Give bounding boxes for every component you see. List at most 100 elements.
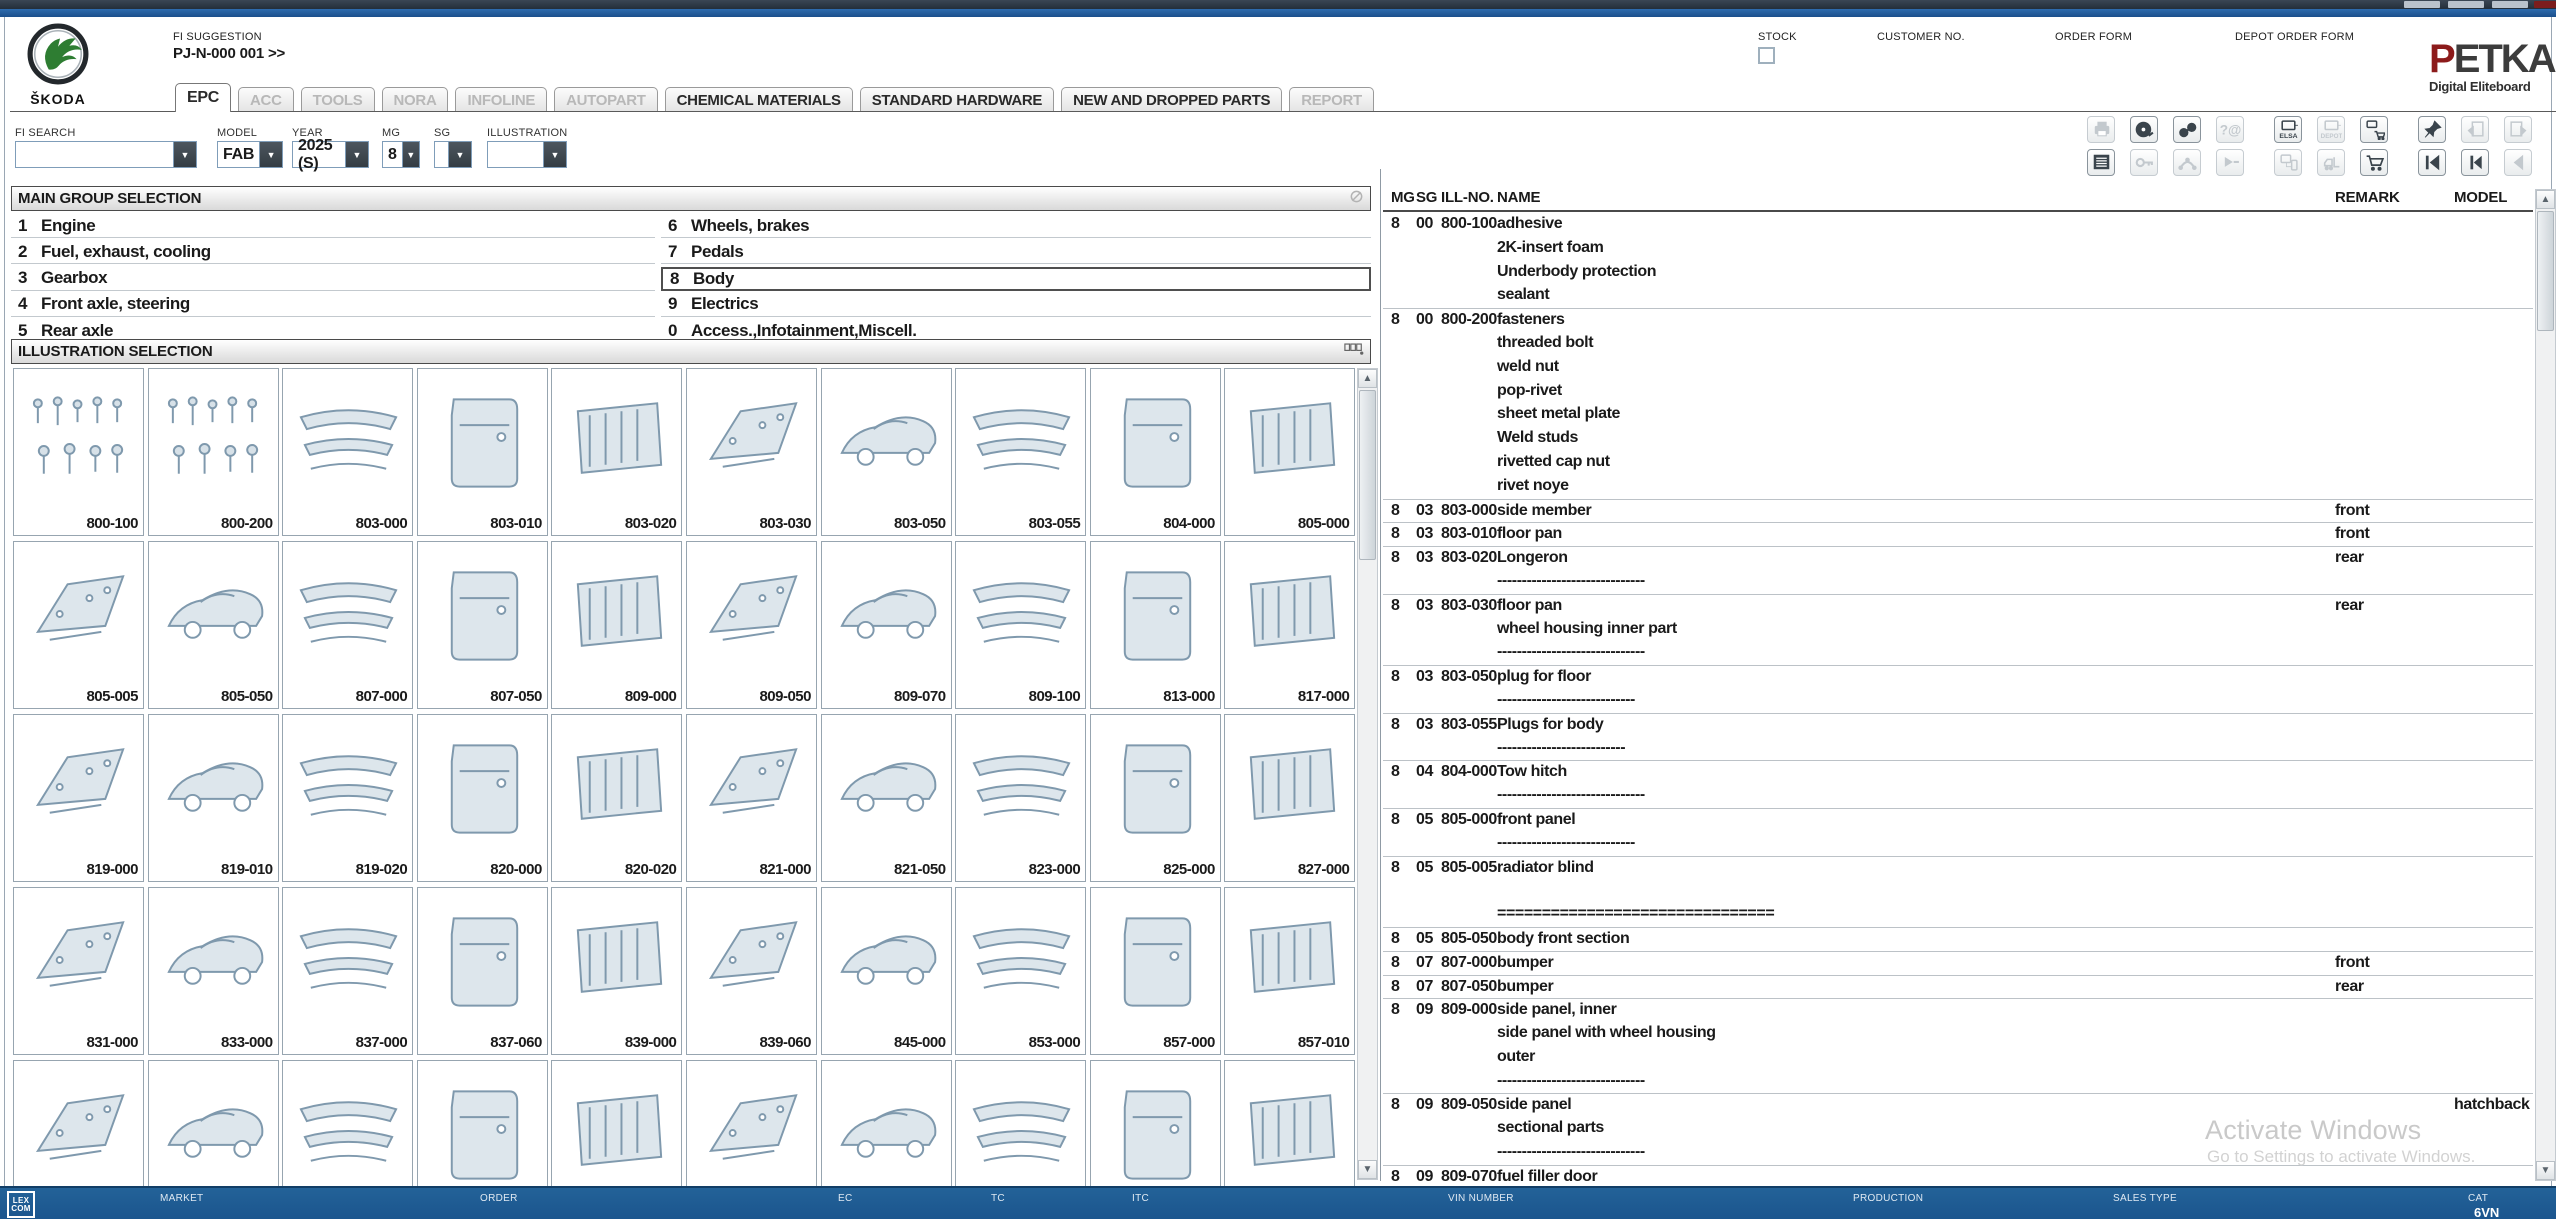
illustration-thumb-800-100[interactable]: 800-100 <box>13 368 144 536</box>
illustration-thumb-823-000[interactable]: 823-000 <box>955 714 1086 882</box>
parts-row[interactable]: ------------------------------ <box>1383 641 2533 665</box>
parts-row[interactable]: =============================== <box>1383 903 2533 927</box>
parts-row-803-050[interactable]: 803803-050plug for floor <box>1383 665 2533 689</box>
nav-back-button[interactable] <box>2504 149 2532 176</box>
illustration-thumb-821-050[interactable]: 821-050 <box>821 714 952 882</box>
illustration-thumb-809-050[interactable]: 809-050 <box>686 541 817 709</box>
pin-icon[interactable] <box>1349 189 1364 209</box>
illustration-thumb-820-000[interactable]: 820-000 <box>417 714 548 882</box>
illustration-thumb-803-010[interactable]: 803-010 <box>417 368 548 536</box>
parts-row[interactable]: ------------------------------ <box>1383 784 2533 808</box>
nav-first-button[interactable] <box>2418 149 2446 176</box>
parts-row[interactable]: 2K-insert foam <box>1383 237 2533 261</box>
parts-list-button[interactable] <box>2087 149 2115 176</box>
parts-row[interactable]: ---------------------------- <box>1383 689 2533 713</box>
help-contact-button[interactable]: ?@ <box>2216 116 2244 143</box>
binoculars-search-button[interactable] <box>2173 116 2201 143</box>
close-icon[interactable] <box>2534 1 2556 8</box>
illustration-thumb-817-000[interactable]: 817-000 <box>1224 541 1355 709</box>
burn-disc-button[interactable] <box>2130 116 2158 143</box>
illustration-thumb-803-000[interactable]: 803-000 <box>282 368 413 536</box>
parts-row[interactable]: ---------------------------- <box>1383 832 2533 856</box>
key-button[interactable] <box>2130 149 2158 176</box>
parts-row-805-000[interactable]: 805805-000front panel <box>1383 808 2533 832</box>
parts-row[interactable]: sheet metal plate <box>1383 403 2533 427</box>
tab-report[interactable]: REPORT <box>1289 87 1374 112</box>
illustration-thumb-809-000[interactable]: 809-000 <box>551 541 682 709</box>
parts-row[interactable]: side panel with wheel housing <box>1383 1022 2533 1046</box>
illustration-thumb-825-000[interactable]: 825-000 <box>1090 714 1221 882</box>
illustration-thumb-809-070[interactable]: 809-070 <box>821 541 952 709</box>
main-group-item-front-axle-steering[interactable]: 4Front axle, steering <box>11 293 655 317</box>
parts-row-803-030[interactable]: 803803-030floor panrear <box>1383 594 2533 618</box>
window-titlebar[interactable] <box>0 0 2556 9</box>
parts-row[interactable]: weld nut <box>1383 356 2533 380</box>
nav-previous-button[interactable] <box>2461 149 2489 176</box>
resume-button[interactable] <box>2216 149 2244 176</box>
parts-row[interactable]: -------------------------- <box>1383 737 2533 761</box>
model-input[interactable]: FAB▼ <box>217 141 283 168</box>
pushpin-button[interactable] <box>2418 116 2446 143</box>
parts-row[interactable]: rivetted cap nut <box>1383 451 2533 475</box>
mg-input[interactable]: 8▼ <box>382 141 420 168</box>
parts-row-803-020[interactable]: 803803-020Longeronrear <box>1383 546 2533 570</box>
illustration-thumb-827-000[interactable]: 827-000 <box>1224 714 1355 882</box>
main-group-item-gearbox[interactable]: 3Gearbox <box>11 267 655 291</box>
scrollbar-thumb[interactable] <box>2537 211 2554 331</box>
print-button[interactable] <box>2087 116 2115 143</box>
tab-chemical-materials[interactable]: CHEMICAL MATERIALS <box>665 87 853 112</box>
illustration-thumb-857-000[interactable]: 857-000 <box>1090 887 1221 1055</box>
tab-epc[interactable]: EPC <box>175 83 231 112</box>
illustration-thumb-839-000[interactable]: 839-000 <box>551 887 682 1055</box>
close-button[interactable] <box>2492 1 2528 8</box>
parts-row-805-005[interactable]: 805805-005radiator blind <box>1383 856 2533 880</box>
sg-input[interactable]: ▼ <box>434 141 472 168</box>
illustration-thumb-813-000[interactable]: 813-000 <box>1090 541 1221 709</box>
parts-row[interactable]: ------------------------------ <box>1383 570 2533 594</box>
illustration-thumb-805-050[interactable]: 805-050 <box>148 541 279 709</box>
tab-autopart[interactable]: AUTOPART <box>554 87 658 112</box>
parts-row-805-050[interactable]: 805805-050body front section <box>1383 927 2533 951</box>
scroll-up-icon[interactable]: ▲ <box>2536 190 2555 209</box>
illustration-thumb-803-020[interactable]: 803-020 <box>551 368 682 536</box>
view-toggle-icon[interactable] <box>1344 342 1364 362</box>
illustration-thumb-837-060[interactable]: 837-060 <box>417 887 548 1055</box>
illustration-thumb-837-000[interactable]: 837-000 <box>282 887 413 1055</box>
chevron-down-icon[interactable]: ▼ <box>402 142 419 167</box>
illustration-thumb-819-000[interactable]: 819-000 <box>13 714 144 882</box>
parts-row-803-010[interactable]: 803803-010floor panfront <box>1383 522 2533 546</box>
illustration-thumb-807-050[interactable]: 807-050 <box>417 541 548 709</box>
parts-row[interactable]: threaded bolt <box>1383 332 2533 356</box>
tab-acc[interactable]: ACC <box>238 87 294 112</box>
tab-nora[interactable]: NORA <box>382 87 449 112</box>
scrollbar-thumb[interactable] <box>1359 390 1376 560</box>
doc-previous-button[interactable] <box>2461 116 2489 143</box>
depot-button[interactable]: DEPOT <box>2317 116 2345 143</box>
illustration-thumb-803-030[interactable]: 803-030 <box>686 368 817 536</box>
parts-row[interactable]: pop-rivet <box>1383 380 2533 404</box>
chevron-down-icon[interactable]: ▼ <box>345 142 368 167</box>
illustration-thumb-803-055[interactable]: 803-055 <box>955 368 1086 536</box>
tab-infoline[interactable]: INFOLINE <box>455 87 547 112</box>
illustration-thumb-853-000[interactable]: 853-000 <box>955 887 1086 1055</box>
main-group-item-wheels-brakes[interactable]: 6Wheels, brakes <box>661 214 1371 238</box>
illustration-thumb-819-020[interactable]: 819-020 <box>282 714 413 882</box>
main-group-item-fuel-exhaust-cooling[interactable]: 2Fuel, exhaust, cooling <box>11 240 655 264</box>
parts-row-809-050[interactable]: 809809-050side panelhatchback <box>1383 1093 2533 1117</box>
parts-row-809-000[interactable]: 809809-000side panel, inner <box>1383 998 2533 1022</box>
fi-suggestion-link[interactable]: PJ-N-000 001 >> <box>173 45 285 62</box>
tab-standard-hardware[interactable]: STANDARD HARDWARE <box>860 87 1054 112</box>
tab-new-and-dropped-parts[interactable]: NEW AND DROPPED PARTS <box>1061 87 1282 112</box>
parts-row-804-000[interactable]: 804804-000Tow hitch <box>1383 760 2533 784</box>
forklift-button[interactable] <box>2317 149 2345 176</box>
main-group-item-electrics[interactable]: 9Electrics <box>661 293 1371 317</box>
parts-row-800-200[interactable]: 800800-200fasteners <box>1383 308 2533 332</box>
fi-search-input[interactable]: ▼ <box>15 141 197 168</box>
scroll-up-icon[interactable]: ▲ <box>1358 369 1377 388</box>
illustration-scrollbar[interactable]: ▲ ▼ <box>1357 368 1378 1180</box>
parts-row-803-000[interactable]: 803803-000side memberfront <box>1383 499 2533 523</box>
elsa-button[interactable]: ELSA <box>2274 116 2302 143</box>
main-group-item-engine[interactable]: 1Engine <box>11 214 655 238</box>
scroll-down-icon[interactable]: ▼ <box>1358 1160 1377 1179</box>
chevron-down-icon[interactable]: ▼ <box>173 142 196 167</box>
